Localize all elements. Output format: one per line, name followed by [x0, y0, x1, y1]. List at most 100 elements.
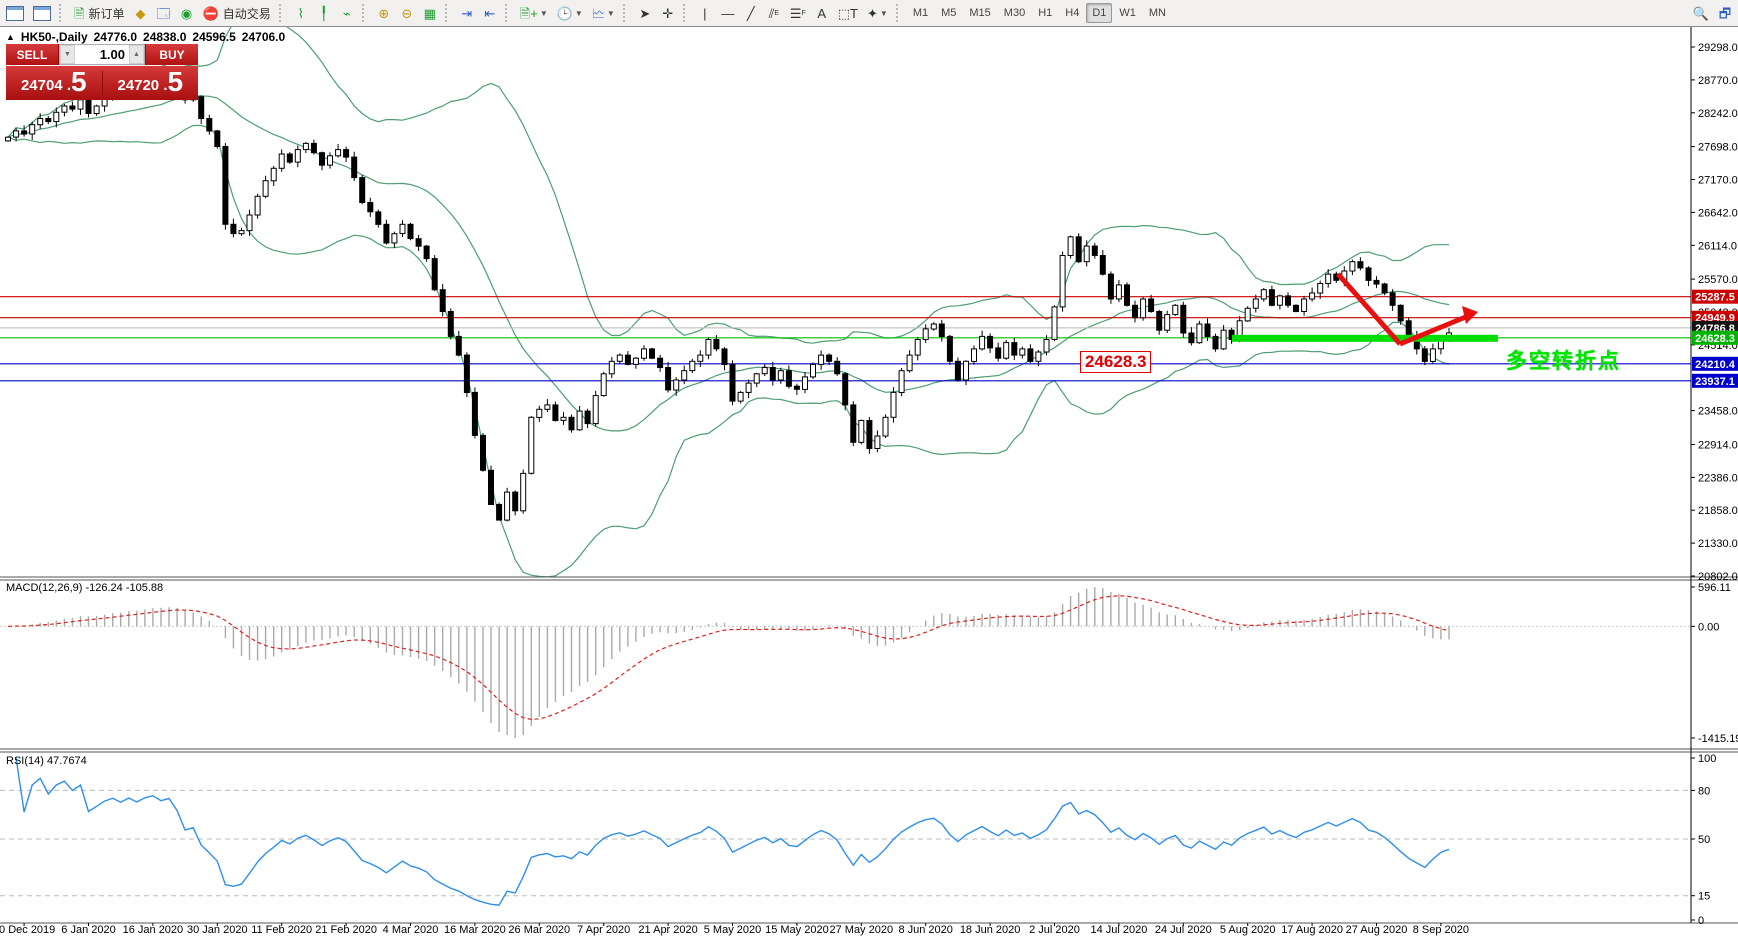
candle: [1382, 284, 1387, 293]
date-label[interactable]: 6 Jan 2020: [61, 924, 115, 936]
candle: [38, 119, 43, 125]
date-label[interactable]: 21 Apr 2020: [638, 924, 697, 936]
chart-window[interactable]: 29298.028770.028242.027698.027170.026642…: [0, 27, 1738, 937]
help-icon[interactable]: 🗗: [1714, 2, 1736, 24]
candle: [368, 203, 373, 212]
tile-windows-icon[interactable]: ▦: [419, 2, 441, 24]
candle: [666, 368, 671, 390]
profile-window-icon[interactable]: [29, 2, 55, 24]
price-tick-label: 25570.0: [1698, 274, 1738, 286]
date-label[interactable]: 16 Mar 2020: [444, 924, 506, 936]
search-icon[interactable]: 🔍: [1689, 2, 1713, 24]
collapse-arrow-icon[interactable]: ▲: [6, 32, 15, 42]
date-label[interactable]: 24 Jul 2020: [1155, 924, 1212, 936]
tab-m5[interactable]: M5: [935, 3, 962, 23]
candle: [295, 150, 300, 163]
date-label[interactable]: 27 May 2020: [829, 924, 893, 936]
chart-window-icon[interactable]: [2, 2, 28, 24]
candle: [1084, 246, 1089, 262]
sound-icon[interactable]: ◉: [176, 2, 198, 24]
auto-trading-button[interactable]: ⛔自动交易: [199, 2, 275, 24]
equidistant-channel-icon[interactable]: ⫽E: [763, 2, 785, 24]
templates-icon[interactable]: 🗠▼: [588, 2, 619, 24]
auto-scroll-icon[interactable]: ⇥: [456, 2, 478, 24]
date-label[interactable]: 17 Aug 2020: [1281, 924, 1343, 936]
candle: [1052, 307, 1057, 340]
date-label[interactable]: 8 Sep 2020: [1413, 924, 1469, 936]
volume-input[interactable]: [75, 46, 129, 63]
chart-canvas[interactable]: 29298.028770.028242.027698.027170.026642…: [0, 27, 1738, 937]
data-window-icon[interactable]: 🗔: [152, 2, 174, 24]
candle: [1189, 333, 1194, 343]
fibonacci-icon[interactable]: ☰F: [786, 2, 810, 24]
sell-price[interactable]: 24704 . 5: [6, 71, 103, 95]
indicators-add-icon[interactable]: 🗎+▼: [516, 2, 552, 24]
candle: [1374, 280, 1379, 284]
arrows-icon[interactable]: ✦▼: [863, 2, 892, 24]
date-label[interactable]: 30 Jan 2020: [187, 924, 248, 936]
turning-point-highlight-bar[interactable]: [1232, 335, 1498, 342]
candle: [859, 421, 864, 443]
macd-axis-label: 0.00: [1698, 621, 1719, 633]
date-label[interactable]: 11 Feb 2020: [251, 924, 312, 936]
date-label[interactable]: 4 Mar 2020: [383, 924, 439, 936]
price-callout-box[interactable]: 24628.3: [1080, 351, 1151, 373]
date-label[interactable]: 14 Jul 2020: [1090, 924, 1147, 936]
line-chart-icon[interactable]: ⌁: [336, 2, 358, 24]
text-label-icon[interactable]: ⬚T: [834, 2, 862, 24]
tab-m30[interactable]: M30: [998, 3, 1031, 23]
chart-shift-icon[interactable]: ⇤: [479, 2, 501, 24]
tab-m1[interactable]: M1: [907, 3, 934, 23]
date-label[interactable]: 27 Aug 2020: [1346, 924, 1408, 936]
candle: [617, 355, 622, 361]
date-label[interactable]: 26 Mar 2020: [508, 924, 570, 936]
buy-price[interactable]: 24720 . 5: [103, 71, 199, 95]
volume-decrease-button[interactable]: ▼: [60, 45, 75, 64]
candle: [625, 355, 630, 364]
zoom-in-icon[interactable]: ⊕: [373, 2, 395, 24]
date-label[interactable]: 15 May 2020: [765, 924, 829, 936]
date-label[interactable]: 20 Dec 2019: [0, 924, 55, 936]
text-icon[interactable]: A: [811, 2, 833, 24]
date-label[interactable]: 8 Jun 2020: [898, 924, 952, 936]
tab-h4[interactable]: H4: [1059, 3, 1085, 23]
crosshair-icon[interactable]: ✛: [657, 2, 679, 24]
tab-w1[interactable]: W1: [1113, 3, 1142, 23]
vertical-line-icon[interactable]: |: [694, 2, 716, 24]
candle: [1318, 284, 1323, 294]
volume-increase-button[interactable]: ▲: [129, 45, 144, 64]
date-label[interactable]: 21 Feb 2020: [315, 924, 377, 936]
auto-trading-icon: ⛔: [203, 7, 219, 20]
candlestick-chart-icon[interactable]: ╿: [313, 2, 335, 24]
market-watch-icon[interactable]: ◆: [129, 2, 151, 24]
zoom-out-icon[interactable]: ⊖: [396, 2, 418, 24]
tab-mn[interactable]: MN: [1143, 3, 1172, 23]
buy-button[interactable]: BUY: [145, 44, 198, 65]
date-label[interactable]: 2 Jul 2020: [1029, 924, 1080, 936]
candle: [1310, 293, 1315, 299]
trendline-icon[interactable]: ╱: [740, 2, 762, 24]
tab-d1[interactable]: D1: [1086, 3, 1112, 23]
date-label[interactable]: 5 May 2020: [704, 924, 761, 936]
periods-icon[interactable]: 🕒▼: [553, 2, 587, 24]
tab-m15[interactable]: M15: [963, 3, 996, 23]
candle: [1326, 274, 1331, 283]
sell-button[interactable]: SELL: [6, 44, 59, 65]
candle: [94, 106, 99, 114]
date-label[interactable]: 7 Apr 2020: [577, 924, 630, 936]
horizontal-line-icon[interactable]: —: [717, 2, 739, 24]
candle: [593, 396, 598, 424]
date-label[interactable]: 18 Jun 2020: [960, 924, 1021, 936]
candle: [1149, 299, 1154, 312]
cursor-icon[interactable]: ➤: [634, 2, 656, 24]
candle: [980, 336, 985, 349]
candle: [964, 361, 969, 380]
candle: [690, 361, 695, 370]
tab-h1[interactable]: H1: [1032, 3, 1058, 23]
candle: [247, 215, 252, 231]
new-order-button[interactable]: 🗎新订单: [70, 2, 128, 24]
candle: [722, 349, 727, 365]
bar-chart-icon[interactable]: ⌇: [290, 2, 312, 24]
date-label[interactable]: 5 Aug 2020: [1220, 924, 1276, 936]
date-label[interactable]: 16 Jan 2020: [123, 924, 184, 936]
